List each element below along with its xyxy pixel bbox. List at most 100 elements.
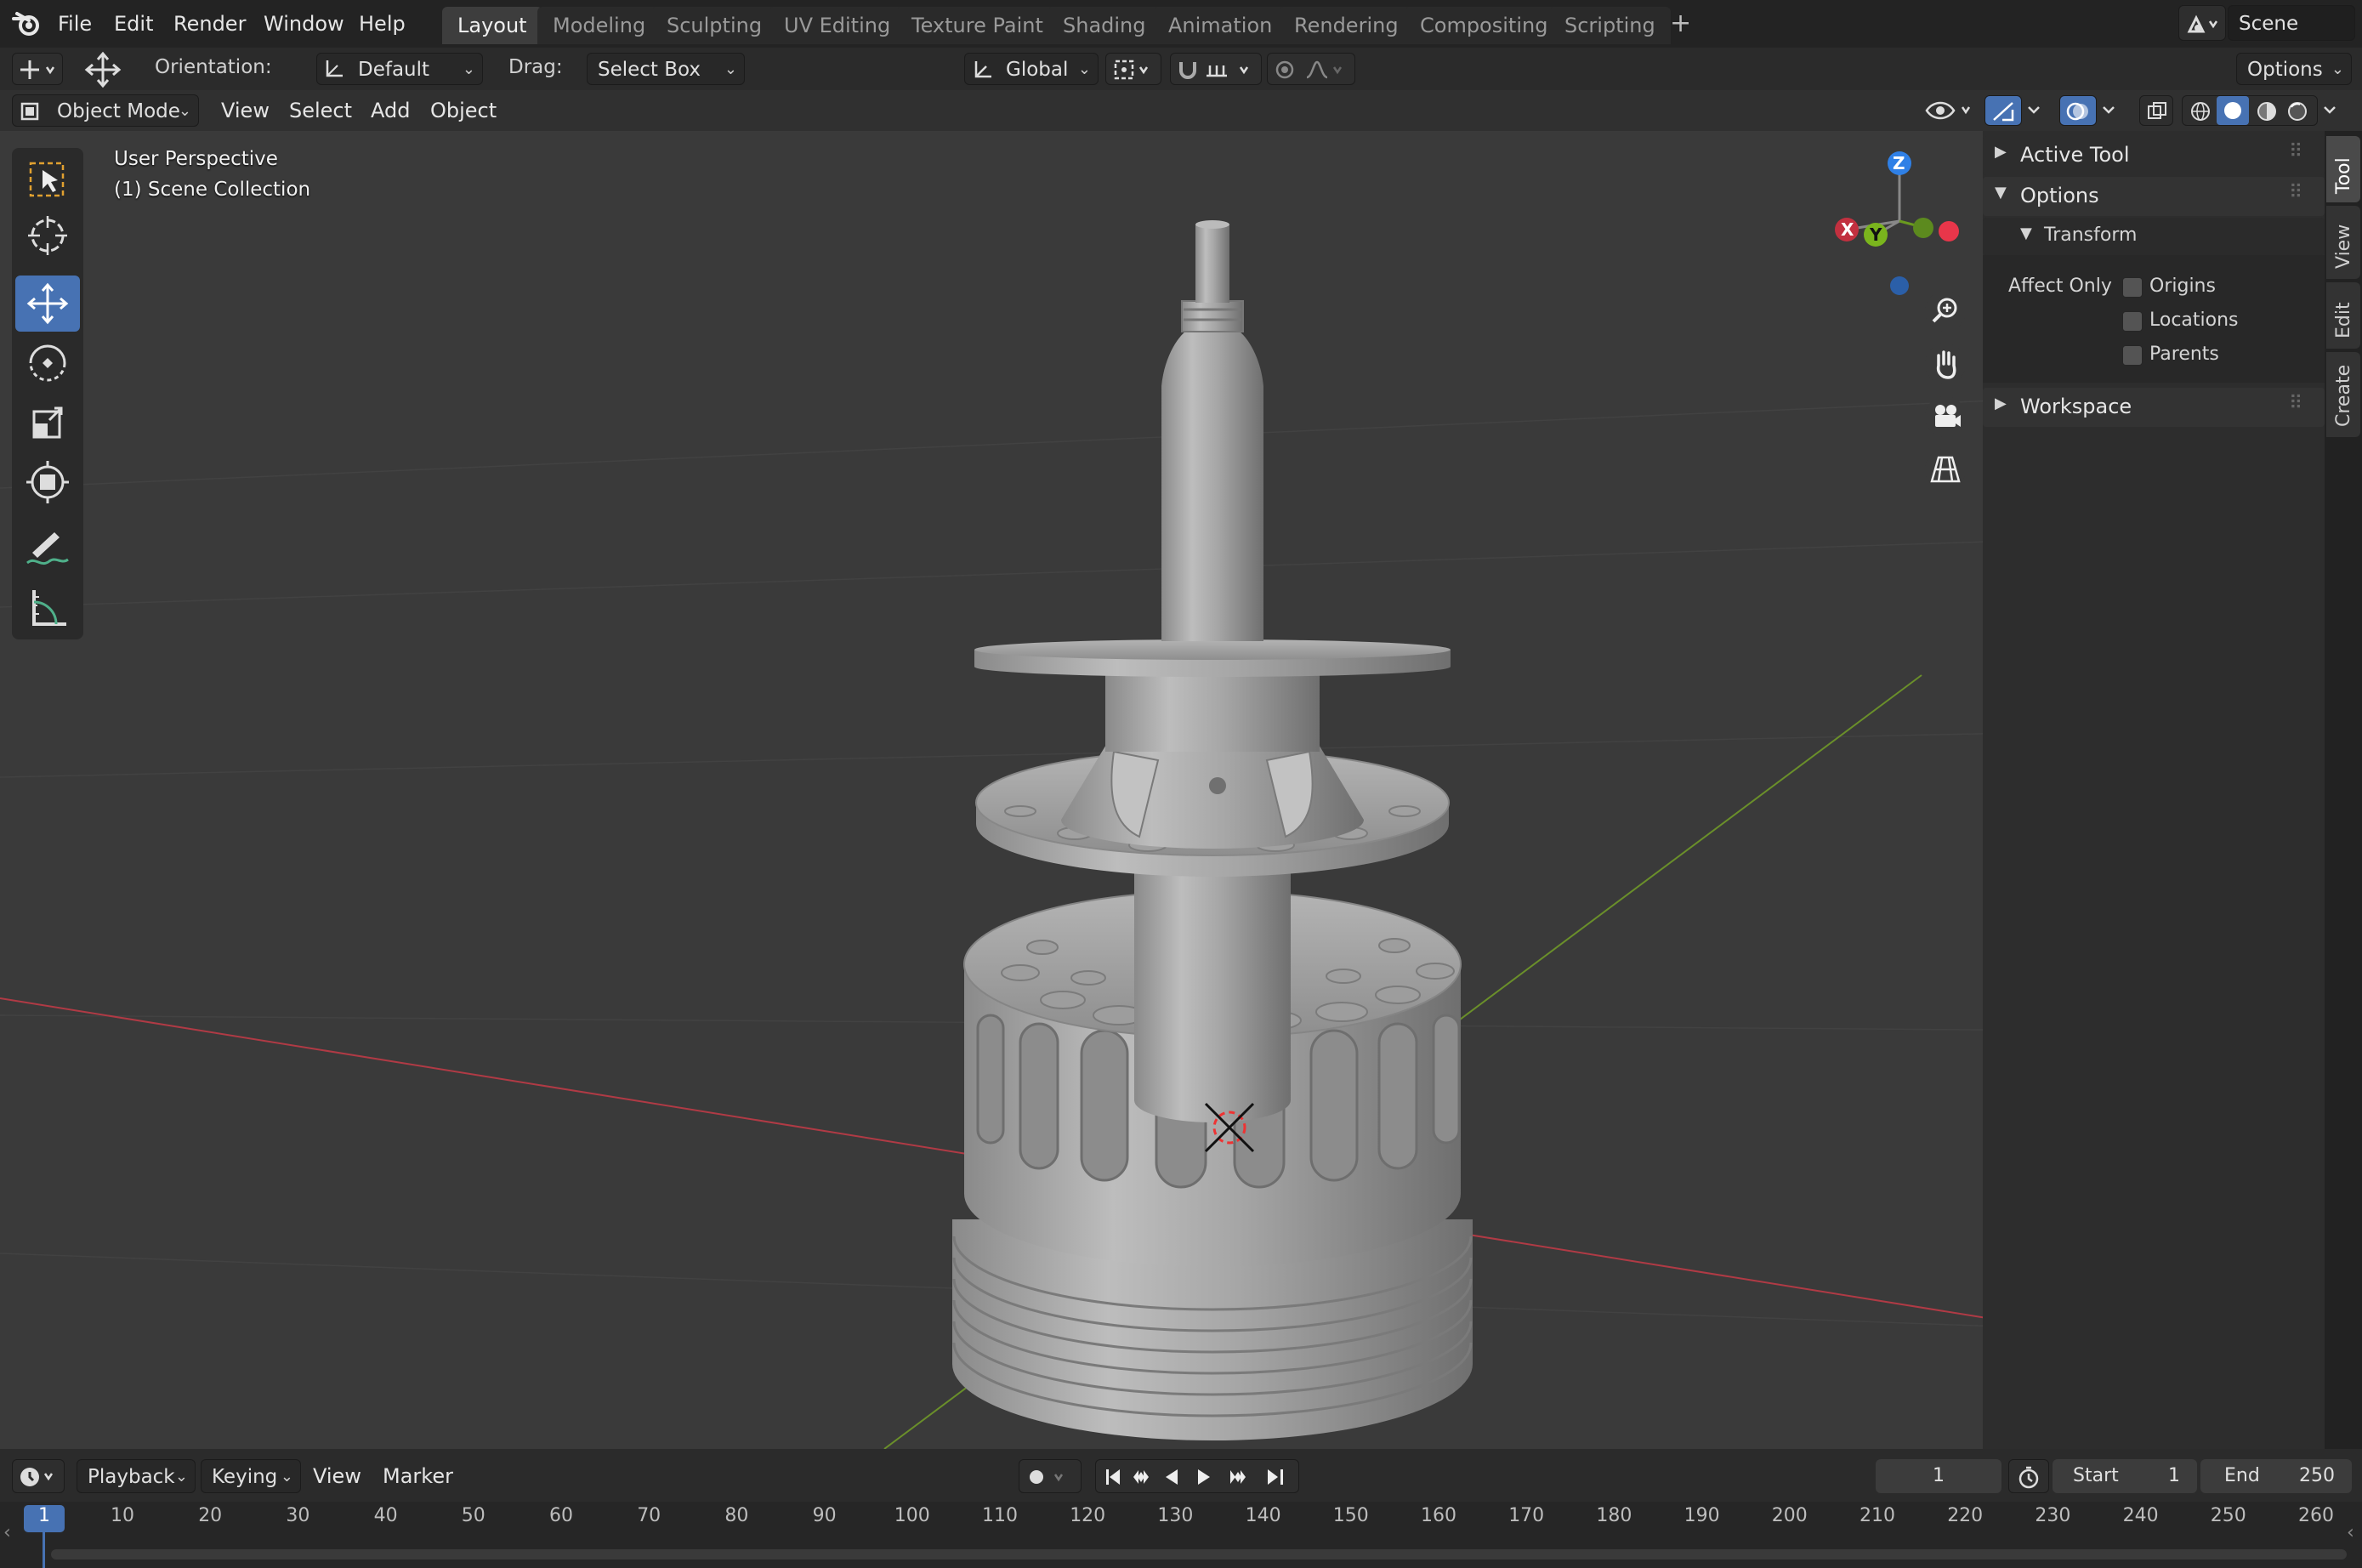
xray-toggle-button[interactable]: [2139, 95, 2173, 126]
tool-transform[interactable]: [15, 454, 80, 510]
material-shading-icon[interactable]: [2256, 100, 2278, 122]
camera-view-button[interactable]: [1925, 396, 1966, 437]
scroll-left-icon[interactable]: ‹: [3, 1522, 11, 1543]
add-workspace-button[interactable]: +: [1670, 7, 1691, 41]
tool-cursor[interactable]: [15, 207, 80, 264]
drag-handle-icon[interactable]: ⠿: [2289, 182, 2302, 203]
tool-move[interactable]: [15, 276, 80, 332]
timeline-menu-view[interactable]: View: [313, 1459, 361, 1493]
current-frame-field[interactable]: 1: [1876, 1459, 2001, 1493]
orientation-dropdown[interactable]: Default ⌄: [316, 53, 483, 85]
options-panel-header[interactable]: ▼ Options ⠿: [1983, 177, 2325, 216]
tab-shading[interactable]: Shading: [1048, 7, 1161, 44]
tool-measure[interactable]: [15, 580, 80, 636]
tool-selector-button[interactable]: [12, 53, 63, 85]
playback-menu[interactable]: Playback ⌄: [77, 1459, 196, 1493]
play-icon[interactable]: [1198, 1469, 1210, 1485]
viewport-menu-object[interactable]: Object: [430, 94, 497, 128]
rendered-shading-icon[interactable]: [2286, 100, 2308, 122]
3d-viewport[interactable]: User Perspective (1) Scene Collection Z …: [0, 131, 2325, 1449]
tab-compositing[interactable]: Compositing: [1405, 7, 1564, 44]
tab-animation[interactable]: Animation: [1153, 7, 1288, 44]
auto-keying-button[interactable]: [1019, 1459, 1082, 1493]
origins-checkbox[interactable]: [2122, 277, 2143, 298]
keying-menu[interactable]: Keying ⌄: [201, 1459, 301, 1493]
scroll-right-icon[interactable]: ‹: [2347, 1522, 2354, 1543]
frame-tick: 110: [982, 1505, 1018, 1526]
menu-render[interactable]: Render: [173, 7, 246, 41]
zoom-button[interactable]: [1925, 291, 1966, 332]
tab-texture-paint[interactable]: Texture Paint: [896, 7, 1059, 44]
workspace-panel-header[interactable]: ▶ Workspace ⠿: [1983, 388, 2325, 427]
tab-create-label: Create: [2333, 364, 2354, 427]
proportional-editing-button[interactable]: [1267, 53, 1355, 85]
sidebar-tab-create[interactable]: Create: [2326, 352, 2360, 437]
frame-tick: 240: [2122, 1505, 2159, 1526]
perspective-toggle-button[interactable]: [1925, 449, 1966, 490]
blender-logo-icon[interactable]: [12, 10, 43, 37]
preview-range-button[interactable]: [2008, 1459, 2049, 1493]
drag-handle-icon[interactable]: ⠿: [2289, 393, 2302, 414]
timeline-scrollbar[interactable]: [51, 1549, 2347, 1559]
tool-annotate[interactable]: [15, 522, 80, 578]
active-tool-panel-header[interactable]: ▶ Active Tool ⠿: [1983, 136, 2325, 175]
active-tool-label: Active Tool: [2020, 143, 2130, 167]
pivot-point-button[interactable]: [1105, 53, 1161, 85]
snap-button[interactable]: [1170, 53, 1262, 85]
tool-rotate[interactable]: [15, 335, 80, 391]
tab-scripting[interactable]: Scripting: [1549, 7, 1671, 44]
mode-dropdown[interactable]: Object Mode ⌄: [12, 94, 199, 127]
sidebar-tab-edit[interactable]: Edit: [2326, 282, 2360, 349]
drag-handle-icon[interactable]: ⠿: [2289, 141, 2302, 162]
menu-edit[interactable]: Edit: [114, 7, 153, 41]
pan-button[interactable]: [1925, 344, 1966, 384]
menu-help[interactable]: Help: [359, 7, 406, 41]
playhead-line: [43, 1531, 45, 1568]
menu-window[interactable]: Window: [264, 7, 344, 41]
menu-file[interactable]: File: [58, 7, 92, 41]
prev-keyframe-icon[interactable]: [1133, 1470, 1149, 1484]
wireframe-shading-icon[interactable]: [2189, 100, 2212, 122]
tool-select-box[interactable]: [15, 151, 80, 207]
zoom-icon: [1932, 298, 1957, 323]
chevron-down-icon[interactable]: [2321, 104, 2338, 117]
options-panel-label: Options: [2020, 184, 2099, 207]
transform-orientation-dropdown[interactable]: Global ⌄: [964, 53, 1099, 85]
jump-end-icon[interactable]: [1268, 1469, 1283, 1485]
timeline-menu-marker[interactable]: Marker: [383, 1459, 453, 1493]
origins-label: Origins: [2149, 276, 2216, 297]
locations-checkbox[interactable]: [2122, 311, 2143, 332]
solid-shading-button[interactable]: [2217, 96, 2249, 125]
drag-dropdown[interactable]: Select Box ⌄: [587, 53, 745, 85]
show-gizmo-button[interactable]: [1984, 95, 2022, 126]
scene-name-field[interactable]: Scene: [2228, 5, 2355, 41]
frame-tick: 130: [1157, 1505, 1194, 1526]
parents-checkbox[interactable]: [2122, 345, 2143, 366]
sidebar-tab-tool[interactable]: Tool: [2326, 136, 2360, 202]
show-overlays-button[interactable]: [2059, 95, 2097, 126]
tab-modeling[interactable]: Modeling: [537, 7, 661, 44]
end-value: 250: [2299, 1465, 2335, 1486]
jump-start-icon[interactable]: [1106, 1469, 1120, 1485]
next-keyframe-icon[interactable]: [1230, 1470, 1246, 1484]
chevron-down-icon[interactable]: [2100, 104, 2117, 117]
visibility-eye-icon[interactable]: [1923, 97, 1974, 124]
transform-subpanel-header[interactable]: ▼ Transform: [1983, 218, 2325, 255]
editor-type-button[interactable]: [12, 1459, 65, 1493]
sidebar-tab-view[interactable]: View: [2326, 206, 2360, 279]
viewport-menu-view[interactable]: View: [221, 94, 270, 128]
end-frame-field[interactable]: End 250: [2200, 1459, 2352, 1493]
options-dropdown[interactable]: Options ⌄: [2236, 53, 2352, 85]
scene-selector-button[interactable]: [2178, 5, 2226, 41]
tool-scale[interactable]: [15, 395, 80, 451]
tab-uv-editing[interactable]: UV Editing: [769, 7, 906, 44]
tab-sculpting[interactable]: Sculpting: [651, 7, 778, 44]
start-frame-field[interactable]: Start 1: [2053, 1459, 2197, 1493]
viewport-menu-add[interactable]: Add: [371, 94, 410, 128]
tab-layout[interactable]: Layout: [442, 7, 542, 44]
play-reverse-icon[interactable]: [1166, 1469, 1178, 1485]
spool-model[interactable]: [952, 220, 1473, 1440]
tab-rendering[interactable]: Rendering: [1279, 7, 1414, 44]
chevron-down-icon[interactable]: [2025, 104, 2042, 117]
viewport-menu-select[interactable]: Select: [289, 94, 352, 128]
